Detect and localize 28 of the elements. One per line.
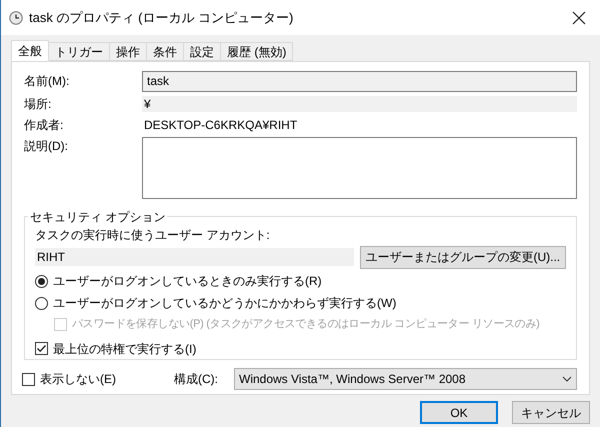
tab[interactable]: 履歴 (無効) [220, 42, 294, 61]
dialog-button[interactable]: キャンセル [512, 401, 590, 424]
radio-label: ユーザーがログオンしているときのみ実行する(R) [53, 273, 322, 290]
field-label: 場所: [24, 96, 52, 113]
radio-label: ユーザーがログオンしているかどうかにかかわらず実行する(W) [53, 295, 396, 312]
author-value: DESKTOP-C6KRKQA¥RIHT [143, 117, 298, 134]
change-user-button[interactable]: ユーザーまたはグループの変更(U)... [360, 246, 566, 268]
window-title: task のプロパティ (ローカル コンピューター) [29, 8, 294, 27]
tab[interactable]: 条件 [146, 42, 184, 61]
checkbox-label: パスワードを保存しない(P) (タスクがアクセスできるのはローカル コンピューター リソースのみ) [72, 317, 540, 332]
tab[interactable]: 設定 [183, 42, 221, 61]
configure-dropdown[interactable]: Windows Vista™, Windows Server™ 2008 [234, 368, 577, 390]
account-label: タスクの実行時に使うユーザー アカウント: [35, 227, 271, 244]
tab[interactable]: トリガー [48, 42, 110, 61]
field-label: 作成者: [24, 117, 64, 134]
tab[interactable]: 操作 [109, 42, 147, 61]
location-value: ¥ [142, 96, 577, 112]
group-title: セキュリティ オプション [28, 208, 168, 226]
dialog-button[interactable]: OK [420, 401, 498, 424]
name-field[interactable]: task [142, 70, 577, 92]
field-label: 名前(M): [24, 73, 70, 90]
checkbox-label: 表示しない(E) [40, 371, 116, 388]
configure-value: Windows Vista™, Windows Server™ 2008 [239, 371, 467, 388]
tab[interactable]: 全般 [11, 40, 49, 61]
checkbox-label: 最上位の特権で実行する(I) [53, 340, 196, 358]
field-label: 説明(D): [24, 138, 69, 155]
account-value: RIHT [35, 248, 354, 266]
configure-label: 構成(C): [174, 371, 219, 388]
